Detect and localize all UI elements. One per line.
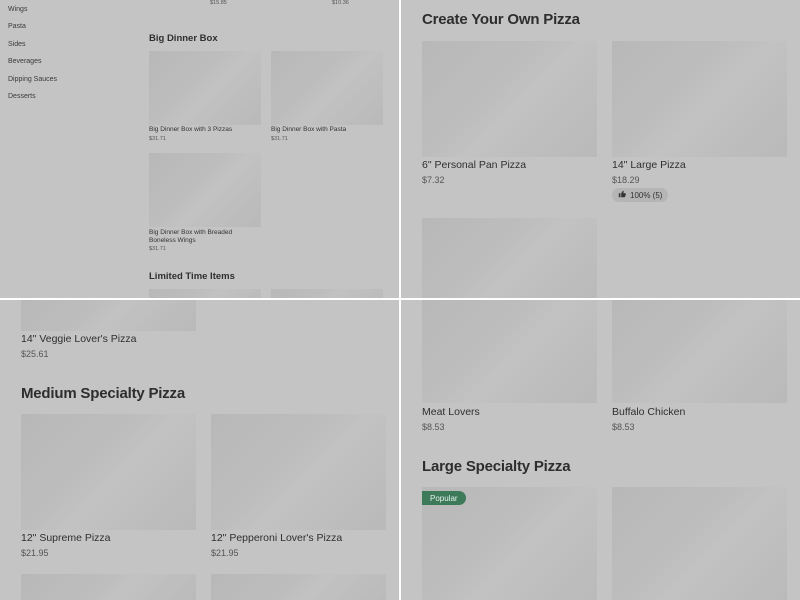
section-heading-create-your-own: Create Your Own Pizza — [422, 11, 580, 28]
menu-item-image[interactable] — [21, 300, 196, 331]
menu-item-name[interactable]: Big Dinner Box with Breaded — [149, 229, 232, 237]
rating-badge: 100% (5) — [612, 188, 669, 202]
menu-item-image[interactable] — [149, 51, 261, 125]
sidebar-item-beverages[interactable]: Beverages — [8, 58, 41, 65]
menu-item-price: $25.61 — [21, 349, 49, 359]
section-heading-medium-specialty: Medium Specialty Pizza — [21, 385, 185, 402]
menu-item-price: $7.32 — [422, 175, 445, 185]
menu-item-image[interactable] — [149, 289, 261, 298]
menu-item-image[interactable] — [21, 574, 196, 600]
menu-item-price: $31.71 — [149, 246, 166, 252]
menu-item-name[interactable]: Buffalo Chicken — [612, 406, 685, 418]
panel-top-right: Create Your Own Pizza 6" Personal Pan Pi… — [401, 0, 800, 298]
menu-item-price: $8.53 — [612, 422, 635, 432]
menu-item-price: $31.71 — [271, 136, 288, 142]
menu-item-name[interactable]: Big Dinner Box with 3 Pizzas — [149, 126, 232, 134]
menu-item-name[interactable]: 6" Personal Pan Pizza — [422, 159, 526, 171]
menu-item-image[interactable] — [21, 414, 196, 530]
section-heading-limited-time: Limited Time Items — [149, 271, 235, 282]
sidebar-item-dipping-sauces[interactable]: Dipping Sauces — [8, 76, 57, 83]
sidebar-item-desserts[interactable]: Desserts — [8, 93, 36, 100]
menu-item-name[interactable]: 14" Large Pizza — [612, 159, 686, 171]
item-price: $10.36 — [332, 0, 349, 6]
sidebar-item-wings[interactable]: Wings — [8, 6, 27, 13]
divider-horizontal — [0, 298, 800, 300]
sidebar-item-pasta[interactable]: Pasta — [8, 23, 26, 30]
rating-text: 100% (5) — [630, 190, 663, 200]
menu-item-price: $31.71 — [149, 136, 166, 142]
menu-item-image[interactable] — [422, 300, 597, 403]
menu-item-name[interactable]: 14" Veggie Lover's Pizza — [21, 333, 136, 345]
menu-item-name[interactable]: 12" Pepperoni Lover's Pizza — [211, 532, 342, 544]
panel-top-left: Wings Pasta Sides Beverages Dipping Sauc… — [0, 0, 399, 298]
menu-item-image[interactable] — [271, 289, 383, 298]
menu-item-price: $21.95 — [211, 548, 239, 558]
menu-item-name[interactable]: Meat Lovers — [422, 406, 480, 418]
item-price: $15.85 — [210, 0, 227, 6]
menu-item-image[interactable] — [422, 218, 597, 298]
menu-item-price: $18.29 — [612, 175, 640, 185]
menu-item-price: $21.95 — [21, 548, 49, 558]
panel-bottom-right: Meat Lovers $8.53 Buffalo Chicken $8.53 … — [401, 300, 800, 600]
menu-item-image[interactable] — [211, 574, 386, 600]
menu-item-image[interactable] — [271, 51, 383, 125]
menu-item-image[interactable] — [612, 300, 787, 403]
section-heading-big-dinner-box: Big Dinner Box — [149, 33, 218, 44]
menu-item-image[interactable] — [149, 153, 261, 227]
thumbs-up-icon — [618, 190, 626, 200]
menu-item-name[interactable]: Boneless Wings — [149, 237, 196, 245]
divider-vertical — [399, 0, 401, 600]
menu-item-image[interactable] — [211, 414, 386, 530]
menu-item-image[interactable] — [612, 487, 787, 600]
menu-item-price: $8.53 — [422, 422, 445, 432]
section-heading-large-specialty: Large Specialty Pizza — [422, 458, 571, 475]
sidebar-item-sides[interactable]: Sides — [8, 41, 26, 48]
popular-badge: Popular — [422, 491, 466, 505]
menu-item-image[interactable] — [422, 41, 597, 157]
panel-bottom-left: 14" Veggie Lover's Pizza $25.61 Medium S… — [0, 300, 399, 600]
menu-item-image[interactable] — [612, 41, 787, 157]
menu-item-name[interactable]: 12" Supreme Pizza — [21, 532, 111, 544]
menu-item-name[interactable]: Big Dinner Box with Pasta — [271, 126, 346, 134]
